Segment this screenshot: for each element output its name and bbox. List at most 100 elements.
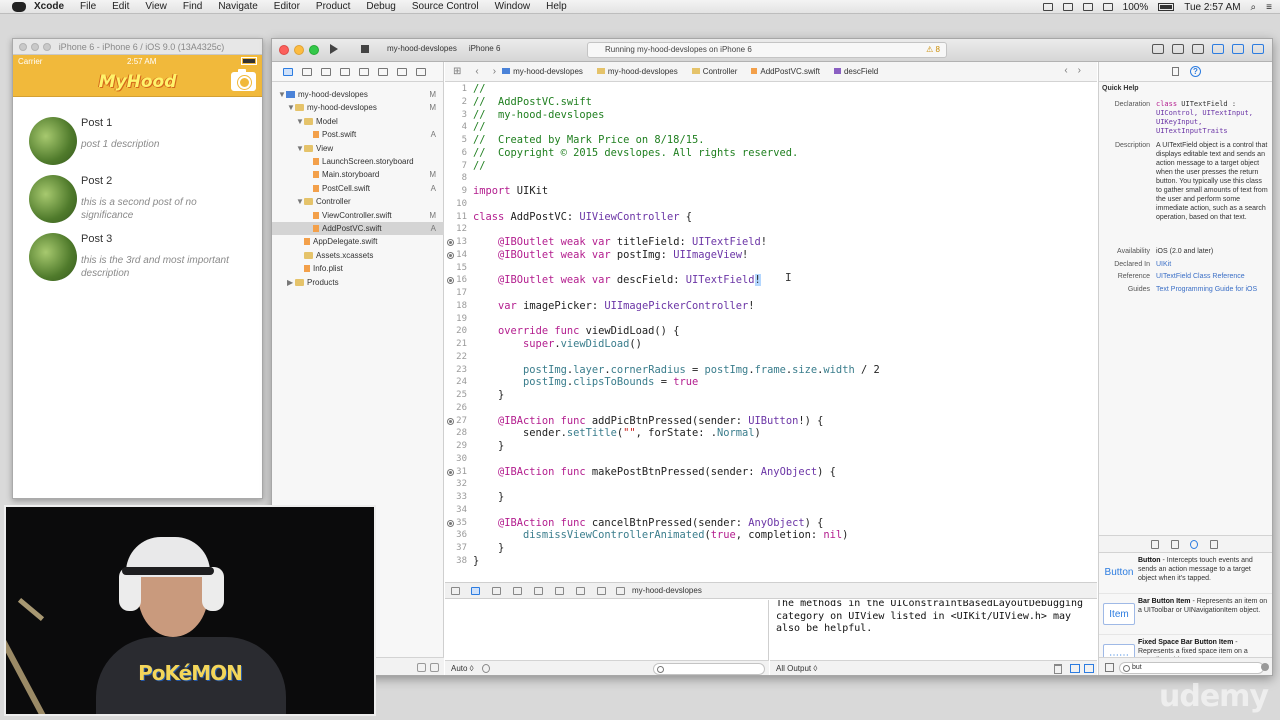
source-editor[interactable]: I 1//2// AddPostVC.swift 3// my-hood-devs…	[445, 83, 1097, 573]
breadcrumb-symbol[interactable]: descField	[834, 67, 878, 76]
library-item-button[interactable]: Button Button - Intercepts touch events …	[1099, 554, 1272, 594]
disclosure-triangle-icon[interactable]: ▼	[296, 142, 304, 155]
breadcrumb-project[interactable]: my-hood-devslopes	[502, 67, 583, 76]
variables-filter-input[interactable]	[653, 663, 765, 675]
hide-debug-area-icon[interactable]	[451, 587, 460, 595]
quick-help-tab[interactable]: ?	[1190, 66, 1201, 77]
info-icon[interactable]	[482, 664, 490, 673]
disclosure-triangle-icon[interactable]: ▶	[287, 276, 295, 289]
menu-product[interactable]: Product	[316, 1, 350, 12]
step-over-icon[interactable]	[513, 587, 522, 595]
assistant-editor-icon[interactable]	[1172, 44, 1184, 54]
project-navigator-tab[interactable]	[283, 67, 293, 76]
tree-item[interactable]: Post.swift A	[272, 128, 444, 141]
menu-debug[interactable]: Debug	[366, 1, 395, 12]
disclosure-triangle-icon[interactable]: ▼	[296, 195, 304, 208]
breadcrumb-folder[interactable]: Controller	[692, 67, 738, 76]
code-line[interactable]: 2 // AddPostVC.swift	[445, 96, 1097, 109]
code-line[interactable]: 36 dismissViewControllerAnimated(true, c…	[445, 529, 1097, 542]
zoom-button[interactable]	[309, 45, 319, 55]
issue-nav-arrows[interactable]: ‹›	[1064, 65, 1091, 76]
display-icon[interactable]	[1062, 3, 1073, 11]
list-item[interactable]: Post 2 this is a second post of no signi…	[13, 175, 262, 233]
zoom-button[interactable]	[43, 42, 51, 51]
code-line[interactable]: 24 postImg.clipsToBounds = true	[445, 376, 1097, 389]
code-line[interactable]: 25 }	[445, 389, 1097, 402]
tree-item[interactable]: ▼ my-hood-devslopes M	[272, 101, 444, 114]
minimize-button[interactable]	[294, 45, 304, 55]
variables-view[interactable]: Auto ◊	[445, 600, 769, 675]
location-icon[interactable]	[616, 587, 625, 595]
pause-icon[interactable]	[492, 587, 501, 595]
split-left-icon[interactable]	[1070, 664, 1080, 673]
back-arrow-icon[interactable]: ‹	[475, 66, 478, 77]
forward-arrow-icon[interactable]: ›	[493, 66, 496, 77]
stop-button[interactable]	[361, 45, 369, 53]
minimize-button[interactable]	[31, 42, 39, 51]
debug-navigator-tab[interactable]	[378, 67, 388, 76]
tree-item[interactable]: ▼ my-hood-devslopes M	[272, 88, 444, 101]
breadcrumb-file[interactable]: AddPostVC.swift	[751, 67, 820, 76]
step-out-icon[interactable]	[555, 587, 564, 595]
test-navigator-tab[interactable]	[359, 67, 369, 76]
screen-record-icon[interactable]	[1042, 3, 1053, 11]
close-button[interactable]	[19, 42, 27, 51]
menu-edit[interactable]: Edit	[112, 1, 129, 12]
file-inspector-tab[interactable]	[1172, 67, 1179, 76]
breakpoints-toggle-icon[interactable]	[471, 587, 480, 595]
search-icon[interactable]: ⌕	[1251, 2, 1257, 13]
issue-navigator-tab[interactable]	[340, 67, 350, 76]
code-line[interactable]: 28 sender.setTitle("", forState: .Normal…	[445, 427, 1097, 440]
code-line[interactable]: 22	[445, 351, 1097, 364]
code-line[interactable]: 20 override func viewDidLoad() {	[445, 325, 1097, 338]
code-line[interactable]: 4 //	[445, 121, 1097, 134]
menu-editor[interactable]: Editor	[274, 1, 300, 12]
close-button[interactable]	[279, 45, 289, 55]
tree-item[interactable]: Assets.xcassets	[272, 249, 444, 262]
navigator-toggle-icon[interactable]	[1212, 44, 1224, 54]
menu-source-control[interactable]: Source Control	[412, 1, 479, 12]
menu-window[interactable]: Window	[495, 1, 531, 12]
find-navigator-tab[interactable]	[321, 67, 331, 76]
code-snippet-library-tab[interactable]	[1171, 540, 1179, 549]
tree-item[interactable]: ▼ Controller	[272, 195, 444, 208]
menu-file[interactable]: File	[80, 1, 96, 12]
code-line[interactable]: 5 // Created by Mark Price on 8/18/15.	[445, 134, 1097, 147]
list-item[interactable]: Post 1 post 1 description	[13, 117, 262, 175]
code-line[interactable]: 15	[445, 262, 1097, 275]
trash-icon[interactable]	[1054, 664, 1062, 674]
tree-item[interactable]: LaunchScreen.storyboard	[272, 155, 444, 168]
split-right-icon[interactable]	[1084, 664, 1094, 673]
code-line[interactable]: 29 }	[445, 440, 1097, 453]
media-library-tab[interactable]	[1210, 540, 1218, 549]
code-line[interactable]: 19	[445, 313, 1097, 326]
disclosure-triangle-icon[interactable]: ▼	[287, 101, 295, 114]
object-library-tab[interactable]	[1190, 540, 1198, 549]
menu-view[interactable]: View	[145, 1, 167, 12]
code-line[interactable]: 26	[445, 402, 1097, 415]
code-line[interactable]: 8	[445, 172, 1097, 185]
tree-item[interactable]: Main.storyboard M	[272, 168, 444, 181]
menu-navigate[interactable]: Navigate	[218, 1, 257, 12]
clear-filter-icon[interactable]	[1261, 663, 1269, 671]
tree-item[interactable]: ▶ Products	[272, 276, 444, 289]
code-line[interactable]: 3 // my-hood-devslopes	[445, 109, 1097, 122]
code-line[interactable]: 12	[445, 223, 1097, 236]
code-line[interactable]: 30	[445, 453, 1097, 466]
qh-declared-link[interactable]: UIKit	[1156, 260, 1269, 269]
code-line[interactable]: 16 @IBOutlet weak var descField: UITextF…	[445, 274, 1097, 287]
source-control-filter-icon[interactable]	[430, 663, 439, 672]
grid-view-icon[interactable]	[1105, 663, 1114, 672]
code-line[interactable]: 27 @IBAction func addPicBtnPressed(sende…	[445, 415, 1097, 428]
code-line[interactable]: 32	[445, 478, 1097, 491]
utilities-toggle-icon[interactable]	[1252, 44, 1264, 54]
menu-find[interactable]: Find	[183, 1, 202, 12]
menu-xcode[interactable]: Xcode	[34, 1, 64, 12]
symbol-navigator-tab[interactable]	[302, 67, 312, 76]
apple-icon[interactable]	[12, 1, 26, 12]
disclosure-triangle-icon[interactable]: ▼	[278, 88, 286, 101]
menu-clock[interactable]: Tue 2:57 AM	[1184, 2, 1240, 13]
debug-area-toggle-icon[interactable]	[1232, 44, 1244, 54]
tree-item[interactable]: ViewController.swift M	[272, 209, 444, 222]
standard-editor-icon[interactable]	[1152, 44, 1164, 54]
